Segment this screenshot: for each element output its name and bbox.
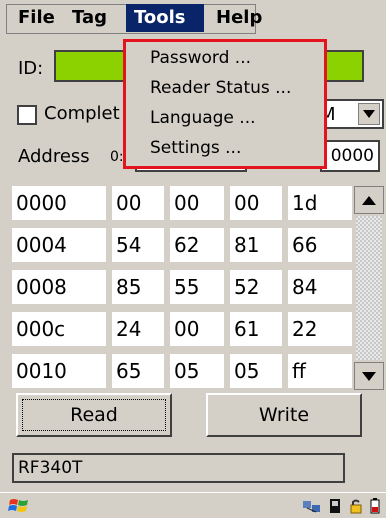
taskbar (0, 492, 386, 518)
row-address: 0000 (12, 186, 106, 220)
menu-item-language[interactable]: Language ... (150, 108, 256, 128)
windows-start-icon[interactable] (8, 496, 30, 516)
menu-tag[interactable]: Tag (64, 4, 115, 32)
data-cell[interactable]: 05 (230, 354, 282, 388)
data-cell[interactable]: 1d (288, 186, 352, 220)
row-address: 0004 (12, 228, 106, 262)
row-address: 000c (12, 312, 106, 346)
battery-icon[interactable] (370, 498, 380, 514)
write-button-label: Write (258, 404, 310, 426)
menu-file[interactable]: File (10, 4, 63, 32)
data-cell[interactable]: 24 (112, 312, 164, 346)
data-cell[interactable]: 81 (230, 228, 282, 262)
data-cell[interactable]: 62 (170, 228, 224, 262)
data-cell[interactable]: 05 (170, 354, 224, 388)
grid-scrollbar[interactable] (354, 186, 384, 390)
data-cell[interactable]: 54 (112, 228, 164, 262)
data-cell[interactable]: 00 (170, 186, 224, 220)
system-tray (302, 496, 380, 516)
focus-rect (22, 399, 166, 431)
menu-item-password[interactable]: Password ... (150, 48, 251, 68)
scroll-up-button[interactable] (354, 186, 384, 214)
data-cell[interactable]: 52 (230, 270, 282, 304)
mode-combo-button[interactable] (358, 103, 380, 125)
data-cell[interactable]: 65 (112, 354, 164, 388)
chevron-up-icon (362, 195, 376, 205)
address-end-field[interactable]: 0000 (320, 140, 380, 172)
write-button[interactable]: Write (206, 393, 362, 437)
data-cell[interactable]: 61 (230, 312, 282, 346)
network-icon[interactable] (302, 498, 322, 514)
menu-help[interactable]: Help (208, 4, 270, 32)
scroll-track[interactable] (356, 216, 382, 360)
address-prefix: 0: (110, 149, 124, 165)
status-field: RF340T (12, 453, 345, 483)
data-cell[interactable]: 85 (112, 270, 164, 304)
chevron-down-icon (363, 110, 375, 118)
data-cell[interactable]: 00 (170, 312, 224, 346)
address-label: Address (18, 146, 90, 167)
data-cell[interactable]: 55 (170, 270, 224, 304)
lock-icon[interactable] (348, 498, 364, 514)
read-button[interactable]: Read (16, 393, 172, 437)
id-label: ID: (18, 58, 44, 79)
chevron-down-icon (362, 371, 376, 381)
menu-tools[interactable]: Tools (126, 4, 204, 32)
memory-grid: 0000 00 00 00 1d 0004 54 62 81 66 0008 8… (12, 186, 352, 390)
data-cell[interactable]: 66 (288, 228, 352, 262)
scroll-down-button[interactable] (354, 362, 384, 390)
data-cell[interactable]: ff (288, 354, 352, 388)
menu-item-settings[interactable]: Settings ... (150, 138, 241, 158)
tools-menu-dropdown: Password ... Reader Status ... Language … (123, 39, 327, 169)
menu-item-reader-status[interactable]: Reader Status ... (150, 78, 291, 98)
menu-bar: File Tag Tools Help (0, 0, 386, 36)
complete-checkbox[interactable] (17, 105, 37, 125)
row-address: 0010 (12, 354, 106, 388)
row-address: 0008 (12, 270, 106, 304)
data-cell[interactable]: 00 (230, 186, 282, 220)
data-cell[interactable]: 00 (112, 186, 164, 220)
data-cell[interactable]: 84 (288, 270, 352, 304)
device-icon[interactable] (328, 498, 342, 514)
complete-checkbox-label: Complet (44, 103, 120, 124)
data-cell[interactable]: 22 (288, 312, 352, 346)
